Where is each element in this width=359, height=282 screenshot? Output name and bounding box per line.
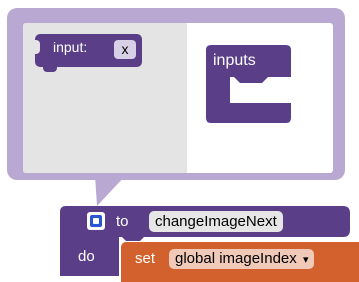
inputs-container-label: inputs — [213, 52, 256, 69]
blocks-workspace[interactable]: input: x inputs to changeImageNext do se… — [0, 0, 359, 282]
procedure-definition-block[interactable]: to changeImageNext do set global imageIn… — [60, 206, 359, 282]
procedure-name-field[interactable]: changeImageNext — [149, 211, 283, 232]
input-item-label: input: — [53, 39, 88, 55]
set-variable-block[interactable]: set global imageIndex ▾ — [121, 242, 359, 282]
block-previous-notch — [35, 40, 40, 54]
do-label: do — [78, 248, 95, 265]
variable-name: global imageIndex — [175, 250, 297, 267]
input-name-field[interactable]: x — [114, 40, 136, 59]
block-next-notch — [43, 66, 57, 72]
mutator-gear-icon[interactable] — [87, 212, 105, 230]
inputs-container-block[interactable]: inputs — [206, 45, 291, 123]
to-label: to — [116, 213, 129, 230]
bubble-tail — [95, 176, 125, 206]
input-item-block[interactable]: input: x — [35, 34, 142, 72]
chevron-down-icon: ▾ — [302, 254, 309, 266]
set-label: set — [135, 250, 156, 267]
variable-dropdown[interactable]: global imageIndex ▾ — [169, 249, 315, 269]
